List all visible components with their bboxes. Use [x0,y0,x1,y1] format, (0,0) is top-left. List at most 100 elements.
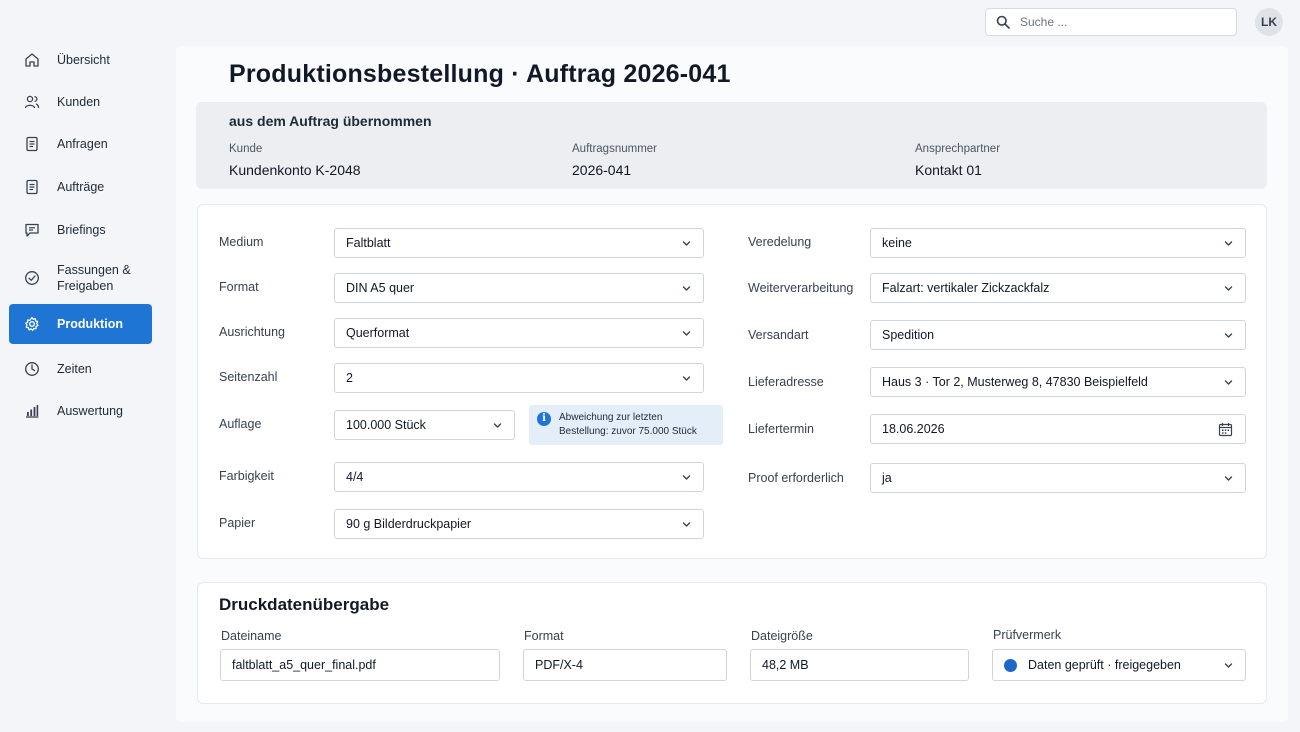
sidebar-item-label: Anfragen [57,137,108,151]
quantity-label: Auflage [219,417,262,431]
chevron-down-icon [1224,476,1233,481]
finishing-select[interactable]: keine [870,228,1246,258]
chevron-down-icon [682,286,691,291]
document-icon [23,178,41,196]
chevron-down-icon [1224,380,1233,385]
sidebar-item-auftraege[interactable]: Aufträge [9,167,152,207]
chevron-down-icon [682,522,691,527]
delivery-address-select[interactable]: Haus 3 · Tor 2, Musterweg 8, 47830 Beisp… [870,367,1246,397]
sidebar-item-anfragen[interactable]: Anfragen [9,124,152,164]
colors-label: Farbigkeit [219,469,274,483]
customer-label: Kunde [229,143,263,155]
quantity-value: 100.000 Stück [346,418,426,432]
proof-select[interactable]: ja [870,463,1246,493]
chevron-down-icon [1224,241,1233,246]
file-format-field[interactable]: PDF/X-4 [523,649,727,681]
filename-label: Dateiname [221,629,282,643]
medium-select[interactable]: Faltblatt [334,228,704,258]
colors-select[interactable]: 4/4 [334,462,704,492]
sidebar-item-uebersicht[interactable]: Übersicht [9,40,152,80]
paper-select[interactable]: 90 g Bilderdruckpapier [334,509,704,539]
paper-label: Papier [219,516,256,530]
info-icon: i [537,412,551,426]
processing-select[interactable]: Falzart: vertikaler Zickzackfalz [870,273,1246,303]
contact-value: Kontakt 01 [915,162,982,178]
shipping-value: Spedition [882,328,935,342]
delivery-address-value: Haus 3 · Tor 2, Musterweg 8, 47830 Beisp… [882,375,1148,389]
filename-field[interactable]: faltblatt_a5_quer_final.pdf [220,649,500,681]
medium-value: Faltblatt [346,236,391,250]
check-value: Daten geprüft · freigegeben [1028,658,1181,672]
format-select[interactable]: DIN A5 quer [334,273,704,303]
sidebar: Übersicht Kunden Anfragen Aufträge Brief… [0,40,162,732]
sidebar-item-fassungen-freigaben[interactable]: Fassungen & Freigaben [9,258,152,298]
filename-value: faltblatt_a5_quer_final.pdf [232,658,376,672]
shipping-select[interactable]: Spedition [870,320,1246,350]
delivery-date-value: 18.06.2026 [882,422,945,436]
order-number-label: Auftragsnummer [572,143,658,155]
search-icon [996,15,1010,29]
shipping-label: Versandart [748,328,809,342]
filesize-label: Dateigröße [751,629,813,643]
search-box[interactable] [985,8,1237,36]
proof-label: Proof erforderlich [748,471,844,485]
quantity-select[interactable]: 100.000 Stück [334,410,515,440]
sidebar-item-zeiten[interactable]: Zeiten [9,349,152,389]
format-value: DIN A5 quer [346,281,415,295]
sidebar-item-label: Fassungen & Freigaben [57,263,131,293]
customer-value: Kundenkonto K-2048 [229,162,361,178]
status-dot [1004,658,1017,672]
message-icon [23,221,41,239]
colors-value: 4/4 [346,470,364,484]
orientation-value: Querformat [346,326,410,340]
sidebar-item-label: Auswertung [57,404,124,418]
document-icon [23,135,41,153]
proof-value: ja [882,471,892,485]
chevron-down-icon [1224,663,1233,668]
pages-label: Seitenzahl [219,370,278,384]
check-circle-icon [23,269,41,287]
sidebar-item-label: Zeiten [57,362,92,376]
medium-label: Medium [219,235,264,249]
gear-icon [23,315,41,333]
chevron-down-icon [682,241,691,246]
pages-value: 2 [346,371,353,385]
sidebar-item-briefings[interactable]: Briefings [9,210,152,250]
sidebar-item-kunden[interactable]: Kunden [9,82,152,122]
chevron-down-icon [682,475,691,480]
sidebar-item-produktion[interactable]: Produktion [9,304,152,344]
chevron-down-icon [1224,333,1233,338]
delivery-address-label: Lieferadresse [748,375,824,389]
file-format-value: PDF/X-4 [535,658,583,672]
order-info-heading: aus dem Auftrag übernommen [229,113,432,129]
avatar[interactable]: LK [1255,8,1283,36]
calendar-icon[interactable] [1218,422,1233,437]
orientation-label: Ausrichtung [219,325,286,339]
paper-value: 90 g Bilderdruckpapier [346,517,472,531]
users-icon [23,93,41,111]
notice-line-1: Abweichung zur letzten [559,412,663,423]
format-label: Format [219,280,259,294]
sidebar-item-auswertung[interactable]: Auswertung [9,391,152,431]
sidebar-item-label: Aufträge [57,180,105,194]
delivery-date-field[interactable]: 18.06.2026 [870,414,1246,444]
check-select[interactable]: Daten geprüft · freigegeben [992,649,1246,681]
contact-label: Ansprechpartner [915,143,1001,155]
sidebar-item-label: Produktion [57,317,123,331]
notice-line-2: Bestellung: zuvor 75.000 Stück [559,426,697,437]
orientation-select[interactable]: Querformat [334,318,704,348]
quantity-notice: i Abweichung zur letzten Bestellung: zuv… [529,405,723,445]
order-number-value: 2026-041 [572,162,632,178]
page-title: Produktionsbestellung · Auftrag 2026-041 [229,60,731,88]
chevron-down-icon [682,331,691,336]
sidebar-item-label: Briefings [57,223,106,237]
clock-icon [23,360,41,378]
search-input[interactable] [1020,15,1210,29]
processing-label: Weiterverarbeitung [748,281,854,295]
finishing-value: keine [882,236,912,250]
filesize-field[interactable]: 48,2 MB [750,649,969,681]
chevron-down-icon [1224,286,1233,291]
finishing-label: Veredelung [748,235,812,249]
pages-select[interactable]: 2 [334,363,704,393]
sidebar-item-label: Kunden [57,95,101,109]
